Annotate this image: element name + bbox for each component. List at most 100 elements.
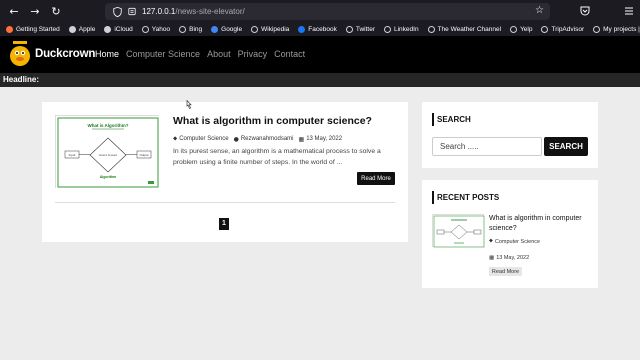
thumb-title: What is Algorithm? <box>87 123 128 128</box>
post-date: 13 May, 2022 <box>306 136 343 142</box>
nav-contact[interactable]: Contact <box>274 49 305 59</box>
pocket-icon[interactable] <box>580 6 590 16</box>
apple-icon <box>68 25 76 33</box>
page-info-icon[interactable] <box>128 7 136 16</box>
bookmark-item[interactable]: Bing <box>179 25 202 33</box>
tag-icon: ⬥ <box>489 238 493 244</box>
bookmark-item[interactable]: The Weather Channel <box>427 25 502 33</box>
user-icon: ● <box>233 135 239 143</box>
recent-post-date: 13 May, 2022 <box>496 255 530 261</box>
recent-post-date-row: ▦ 13 May, 2022 <box>489 255 529 261</box>
site-logo[interactable]: Duckcrown <box>8 41 95 67</box>
recent-posts-title: RECENT POSTS <box>432 191 499 204</box>
bookmark-item[interactable]: Yelp <box>510 25 532 33</box>
pagination-current-page[interactable]: 1 <box>219 218 229 230</box>
globe-icon <box>251 25 259 33</box>
bookmark-label: Google <box>221 25 243 33</box>
bookmark-item[interactable]: Apple <box>68 25 96 33</box>
recent-post-thumbnail[interactable] <box>432 214 485 248</box>
facebook-icon <box>298 25 306 33</box>
globe-icon <box>345 25 353 33</box>
post-excerpt: In its purest sense, an algorithm is a m… <box>173 148 381 166</box>
headline-label: Headline: <box>3 75 40 84</box>
bookmark-item[interactable]: Twitter <box>345 25 375 33</box>
bookmark-label: Apple <box>78 25 96 33</box>
bookmark-item[interactable]: Wikipedia <box>251 25 290 33</box>
address-bar[interactable]: 127.0.0.1/news-site-elevator/ ☆ <box>105 3 550 20</box>
globe-icon <box>541 25 549 33</box>
bookmark-item[interactable]: Getting Started <box>6 25 60 33</box>
recent-post-title[interactable]: What is algorithm in computer science? <box>489 214 589 234</box>
search-button[interactable]: SEARCH <box>544 137 588 156</box>
reload-icon[interactable]: ↻ <box>49 4 63 18</box>
headline-bar: Headline: <box>0 73 640 87</box>
thumb-input: Input <box>69 153 76 157</box>
globe-icon <box>141 25 149 33</box>
bookmark-label: The Weather Channel <box>437 25 502 33</box>
bookmark-star-icon[interactable]: ☆ <box>535 5 544 16</box>
duck-logo-icon <box>10 41 30 66</box>
recent-read-more-button[interactable]: Read More <box>489 267 522 276</box>
url-text: 127.0.0.1/news-site-elevator/ <box>142 7 245 16</box>
search-widget: SEARCH SEARCH <box>422 102 598 168</box>
search-widget-title: SEARCH <box>432 113 471 126</box>
tag-icon: ⬥ <box>173 135 178 142</box>
post-author[interactable]: Rezwanahmodsami <box>241 136 294 142</box>
thumb-center: How it is used <box>99 153 117 157</box>
post-thumbnail[interactable]: What is Algorithm? Input Output How it i… <box>55 115 160 189</box>
divider <box>55 202 395 203</box>
globe-icon <box>510 25 518 33</box>
bookmark-item[interactable]: TripAdvisor <box>541 25 585 33</box>
bookmark-item[interactable]: Google <box>211 25 243 33</box>
bookmark-label: Twitter <box>355 25 375 33</box>
bookmarks-toolbar: Getting Started Apple iCloud Yahoo Bing Googl… <box>0 22 640 36</box>
recent-post-category-row: ⬥ Computer Science <box>489 238 540 245</box>
site-header: Duckcrown Home Computer Science About Pr… <box>0 36 640 73</box>
bookmark-label: Facebook <box>308 25 337 33</box>
calendar-icon: ▦ <box>298 135 305 143</box>
bookmark-label: My projects | SVGator <box>603 25 640 33</box>
nav-home[interactable]: Home <box>95 49 119 59</box>
bookmark-item[interactable]: iCloud <box>104 25 133 33</box>
bookmark-item[interactable]: Facebook <box>298 25 337 33</box>
recent-diagram-image <box>433 215 485 248</box>
shield-icon[interactable] <box>113 6 122 17</box>
logo-text: Duckcrown <box>35 48 96 60</box>
bookmark-label: iCloud <box>114 25 133 33</box>
recent-post-category[interactable]: Computer Science <box>495 239 540 245</box>
bookmark-label: Yahoo <box>151 25 171 33</box>
globe-icon <box>593 25 601 33</box>
forward-icon[interactable]: → <box>28 4 42 18</box>
nav-privacy[interactable]: Privacy <box>238 49 268 59</box>
globe-icon <box>427 25 435 33</box>
bookmark-label: LinkedIn <box>394 25 419 33</box>
mouse-cursor-icon <box>186 100 192 109</box>
algorithm-diagram-image: What is Algorithm? Input Output How it i… <box>56 116 160 189</box>
google-icon <box>211 25 219 33</box>
bookmark-item[interactable]: My projects | SVGator <box>593 25 640 33</box>
post-title[interactable]: What is algorithm in computer science? <box>173 115 403 127</box>
browser-toolbar: ← → ↻ 127.0.0.1/news-site-elevator/ ☆ <box>0 0 640 22</box>
bookmark-item[interactable]: Yahoo <box>141 25 171 33</box>
post-meta: ⬥ Computer Science ● Rezwanahmodsami ▦ 13 M… <box>173 135 347 143</box>
globe-icon <box>384 25 391 33</box>
post-list-card: What is Algorithm? Input Output How it i… <box>42 102 408 242</box>
hamburger-menu-icon[interactable] <box>624 5 634 17</box>
main-nav: Home Computer Science About Privacy Cont… <box>95 49 312 59</box>
back-icon[interactable]: ← <box>7 4 21 18</box>
search-input[interactable] <box>432 137 542 156</box>
nav-computer-science[interactable]: Computer Science <box>126 49 200 59</box>
icloud-icon <box>104 25 112 33</box>
bookmark-item[interactable]: LinkedIn <box>384 25 419 33</box>
recent-posts-widget: RECENT POSTS What is algorithm in comput… <box>422 180 598 288</box>
thumb-caption: Algorithm <box>100 175 117 179</box>
thumb-output: Output <box>139 153 148 157</box>
bookmark-label: TripAdvisor <box>551 25 585 33</box>
bookmark-label: Wikipedia <box>261 25 290 33</box>
read-more-button[interactable]: Read More <box>357 172 395 185</box>
post-category[interactable]: Computer Science <box>179 136 228 142</box>
nav-about[interactable]: About <box>207 49 231 59</box>
calendar-icon: ▦ <box>489 255 495 261</box>
firefox-icon <box>6 25 13 33</box>
bookmark-label: Getting Started <box>16 25 60 33</box>
